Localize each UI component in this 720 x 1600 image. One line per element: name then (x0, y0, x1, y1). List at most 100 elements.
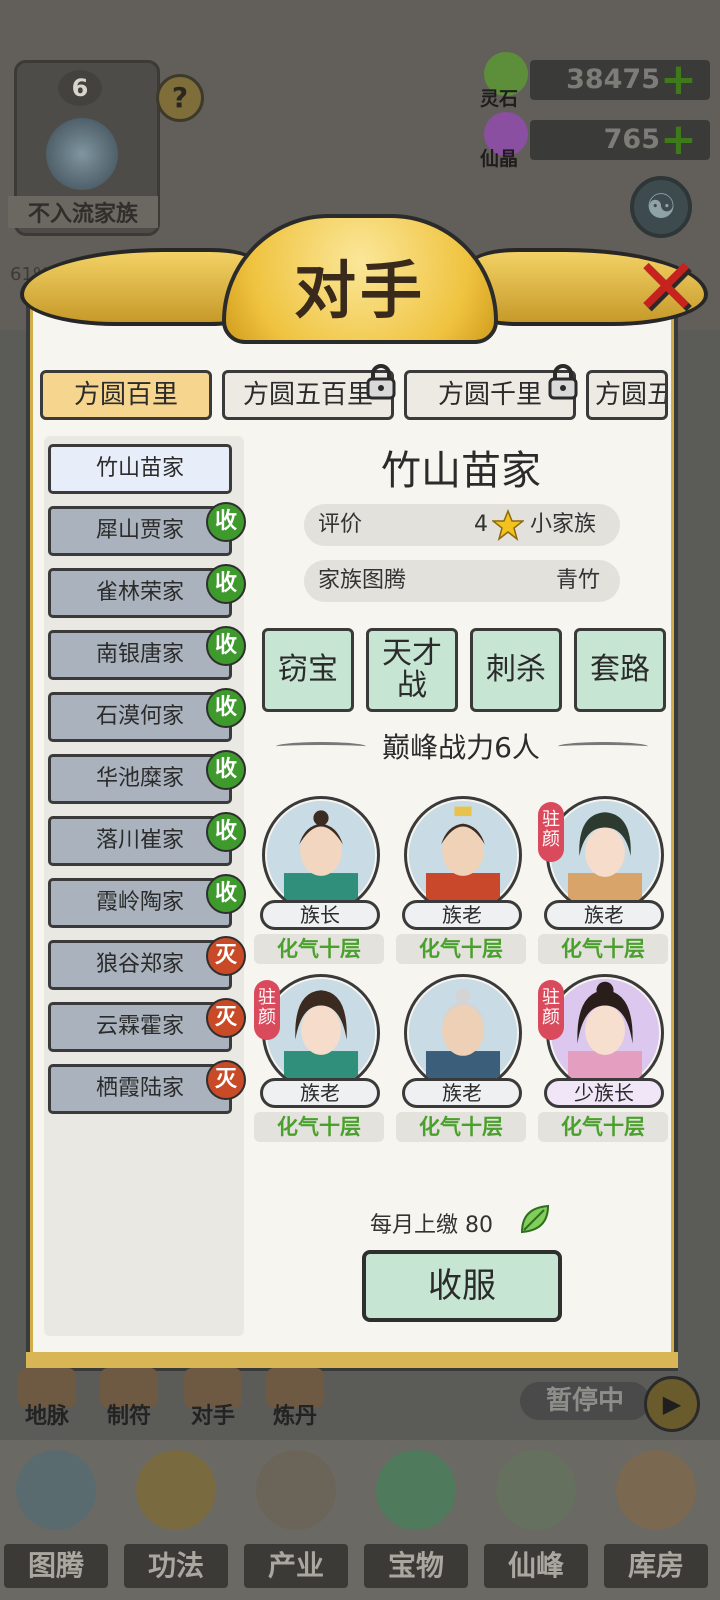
steal-treasure-button[interactable]: 窃宝 (262, 628, 354, 712)
family-item-langgu-zheng[interactable]: 狼谷郑家 (48, 940, 232, 990)
member-realm: 化气十层 (254, 934, 384, 964)
resident-tag: 驻颜 (538, 802, 564, 862)
rating-tier: 小家族 (530, 512, 597, 537)
subdue-button[interactable]: 收服 (362, 1250, 562, 1322)
quick-action-talisman[interactable]: 制符 (94, 1368, 164, 1432)
member-role: 族老 (260, 1078, 380, 1108)
nav-skills[interactable]: 功法 (120, 1444, 232, 1594)
member-realm: 化气十层 (254, 1112, 384, 1142)
nav-industry[interactable]: 产业 (240, 1444, 352, 1594)
family-item-xialing-tao[interactable]: 霞岭陶家 (48, 878, 232, 928)
nav-treasure[interactable]: 宝物 (360, 1444, 472, 1594)
peak-icon (496, 1450, 576, 1530)
nav-label: 仙峰 (484, 1544, 588, 1588)
member-realm: 化气十层 (396, 1112, 526, 1142)
close-icon[interactable]: ✕ (630, 249, 702, 327)
immortal-crystal-label: 仙晶 (480, 148, 519, 170)
quick-action-earth-vein[interactable]: 地脉 (12, 1368, 82, 1432)
nav-totem[interactable]: 图腾 (0, 1444, 112, 1594)
add-immortal-crystal-button[interactable]: + (660, 118, 697, 162)
rating-value: 4 (474, 512, 488, 537)
family-item-shimo-he[interactable]: 石漠何家 (48, 692, 232, 742)
steal-treasure-label: 窃宝 (278, 652, 338, 687)
quick-action-label: 地脉 (24, 1404, 69, 1429)
family-name-heading: 竹山苗家 (381, 448, 541, 494)
spirit-stone-label: 灵石 (480, 88, 519, 110)
member-role: 少族长 (544, 1078, 664, 1108)
portrait-avatar (404, 974, 522, 1092)
member-card[interactable]: 驻颜 族老 化气十层 (538, 796, 670, 976)
nav-label: 图腾 (4, 1544, 108, 1588)
nav-label: 产业 (244, 1544, 348, 1588)
family-item-nanyin-tang[interactable]: 南银唐家 (48, 630, 232, 680)
monthly-tribute: 每月上缴 80 (370, 1207, 493, 1239)
assassinate-label: 刺杀 (486, 652, 546, 687)
scheme-button[interactable]: 套路 (574, 628, 666, 712)
family-item-xishan-jia[interactable]: 犀山贾家 (48, 506, 232, 556)
family-item-zhushan-miao[interactable]: 竹山苗家 (48, 444, 232, 494)
add-spirit-stone-button[interactable]: + (660, 58, 697, 102)
nav-immortal-peak[interactable]: 仙峰 (480, 1444, 592, 1594)
family-item-quelin-rong[interactable]: 雀林荣家 (48, 568, 232, 618)
cloud-ornament-right (558, 742, 648, 751)
genius-battle-button[interactable]: 天才战 (366, 628, 458, 712)
resident-tag: 驻颜 (254, 980, 280, 1040)
member-role: 族长 (260, 900, 380, 930)
scheme-label: 套路 (590, 652, 650, 687)
member-card[interactable]: 驻颜 族老 化气十层 (254, 974, 386, 1154)
quick-action-opponent[interactable]: 对手 (178, 1368, 248, 1432)
spirit-stone-value: 38475 (566, 64, 660, 95)
spirit-stone-icon (520, 1204, 550, 1234)
totem-icon (16, 1450, 96, 1530)
star-icon (492, 509, 524, 541)
member-role: 族老 (402, 900, 522, 930)
pause-status: 暂停中 (520, 1382, 650, 1420)
question-icon[interactable]: ? (156, 74, 204, 122)
member-card[interactable]: 族老 化气十层 (396, 974, 528, 1154)
member-card[interactable]: 族长 化气十层 (254, 796, 386, 976)
portrait-avatar (262, 796, 380, 914)
tab-range-5000[interactable]: 方圆五 (586, 370, 668, 420)
collect-badge: 收 (206, 564, 246, 604)
nav-storehouse[interactable]: 库房 (600, 1444, 712, 1594)
member-card[interactable]: 驻颜 少族长 化气十层 (538, 974, 670, 1154)
storehouse-icon (616, 1450, 696, 1530)
quick-action-label: 制符 (106, 1404, 151, 1429)
quick-action-label: 炼丹 (272, 1404, 317, 1429)
member-role: 族老 (402, 1078, 522, 1108)
lock-icon (548, 364, 578, 400)
nav-label: 宝物 (364, 1544, 468, 1588)
collect-badge: 收 (206, 874, 246, 914)
member-card[interactable]: 族老 化气十层 (396, 796, 528, 976)
clan-title: 不入流家族 (8, 196, 158, 228)
tribute-value: 80 (465, 1213, 494, 1238)
collect-badge: 收 (206, 688, 246, 728)
nav-label: 功法 (124, 1544, 228, 1588)
member-realm: 化气十层 (538, 934, 668, 964)
treasure-icon (376, 1450, 456, 1530)
quick-action-alchemy[interactable]: 炼丹 (260, 1368, 330, 1432)
assassinate-button[interactable]: 刺杀 (470, 628, 562, 712)
destroy-badge: 灭 (206, 936, 246, 976)
family-item-luochuan-cui[interactable]: 落川崔家 (48, 816, 232, 866)
play-icon[interactable]: ▶ (644, 1376, 700, 1432)
tab-range-100[interactable]: 方圆百里 (40, 370, 212, 420)
dialog-title: 对手 (293, 254, 426, 327)
family-item-yunlin-huo[interactable]: 云霖霍家 (48, 1002, 232, 1052)
portrait-avatar (404, 796, 522, 914)
skills-icon (136, 1450, 216, 1530)
clan-orb-icon (46, 118, 118, 190)
clan-level: 6 (58, 70, 102, 106)
quick-action-label: 对手 (190, 1404, 235, 1429)
family-item-huachi-mi[interactable]: 华池糜家 (48, 754, 232, 804)
lock-icon (366, 364, 396, 400)
industry-icon (256, 1450, 336, 1530)
member-realm: 化气十层 (538, 1112, 668, 1142)
settings-gear-icon[interactable]: ☯ (630, 176, 692, 238)
collect-badge: 收 (206, 812, 246, 852)
genius-battle-label: 天才战 (382, 636, 442, 703)
family-item-qixia-lu[interactable]: 栖霞陆家 (48, 1064, 232, 1114)
immortal-crystal-value: 765 (603, 124, 660, 155)
collect-badge: 收 (206, 750, 246, 790)
nav-label: 库房 (604, 1544, 708, 1588)
